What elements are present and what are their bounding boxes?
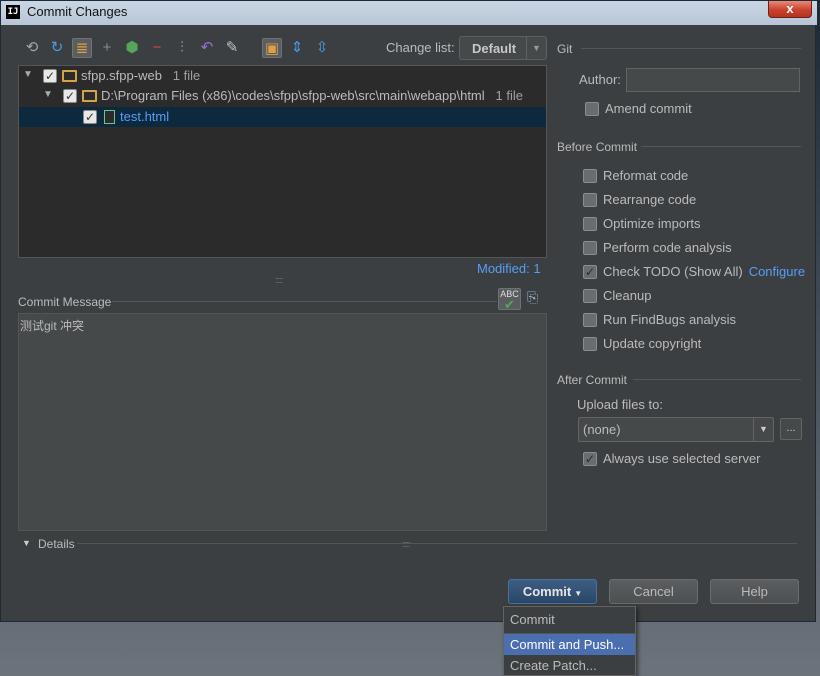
commit-button[interactable]: Commit ▼	[508, 579, 597, 604]
message-history-icon[interactable]: ⎘	[527, 289, 538, 306]
option-check-todo[interactable]: ✓ Check TODO (Show All) Configure	[583, 262, 813, 282]
collapse-all-icon[interactable]: ⇳	[312, 38, 332, 58]
diff-icon[interactable]: ⫶	[172, 38, 192, 58]
option-checkbox[interactable]	[583, 217, 597, 231]
expand-all-icon[interactable]: ⇕	[287, 38, 307, 58]
option-checkbox[interactable]	[583, 193, 597, 207]
directory-path: D:\Program Files (x86)\codes\sfpp\sfpp-w…	[101, 88, 485, 103]
commit-dropdown-menu: Commit Commit and Push... Create Patch..…	[503, 606, 636, 676]
option-checkbox-checked[interactable]: ✓	[583, 452, 597, 466]
divider	[581, 48, 801, 49]
git-section-label: Git	[557, 42, 573, 56]
commit-changes-dialog: IJ Commit Changes x ⟲ ↻ ≣ + ⬢ − ⫶ ↶ ✎ ▣ …	[0, 0, 817, 622]
edit-icon[interactable]: ✎	[222, 38, 242, 58]
html-file-icon	[104, 110, 115, 124]
option-checkbox[interactable]	[583, 289, 597, 303]
option-checkbox[interactable]	[583, 241, 597, 255]
group-by-directory-icon[interactable]: ▣	[262, 38, 282, 58]
author-label: Author:	[579, 72, 621, 87]
expand-triangle-icon[interactable]: ▼	[23, 69, 33, 80]
always-use-selected-server-option[interactable]: ✓ Always use selected server	[583, 449, 783, 469]
refresh-icon[interactable]: ↻	[47, 38, 67, 58]
amend-checkbox[interactable]	[585, 102, 599, 116]
amend-label: Amend commit	[605, 101, 692, 116]
commit-button-label: Commit	[522, 584, 572, 599]
configure-link[interactable]: Configure	[749, 264, 805, 279]
module-name: sfpp.sfpp-web	[81, 68, 162, 83]
revert-icon[interactable]: ↶	[197, 38, 217, 58]
changelist-value: Default	[472, 41, 517, 56]
tree-row-directory[interactable]: ▼ ✓ D:\Program Files (x86)\codes\sfpp\sf…	[19, 86, 546, 106]
changes-tree[interactable]: ▼ ✓ sfpp.sfpp-web 1 file ▼ ✓ D:\Program …	[18, 65, 547, 258]
always-use-label: Always use selected server	[603, 451, 761, 466]
option-label: Check TODO (Show All)	[603, 264, 743, 279]
module-folder-icon	[62, 70, 77, 82]
divider	[77, 543, 797, 544]
modified-count: Modified: 1	[477, 261, 541, 276]
upload-server-value: (none)	[583, 422, 621, 437]
option-label: Run FindBugs analysis	[603, 312, 736, 327]
module-file-count: 1 file	[172, 68, 201, 83]
expand-triangle-icon[interactable]: ▼	[43, 89, 53, 100]
commit-message-label: Commit Message	[18, 295, 112, 309]
chevron-down-icon[interactable]: ▼	[574, 589, 582, 598]
module-checkbox[interactable]: ✓	[43, 69, 57, 83]
changelist-label: Change list:	[386, 40, 455, 55]
file-checkbox[interactable]: ✓	[83, 110, 97, 124]
commit-message-input[interactable]: 测试git 冲突	[18, 313, 547, 531]
folder-icon	[82, 90, 97, 102]
before-commit-section-label: Before Commit	[557, 140, 638, 154]
option-checkbox-checked[interactable]: ✓	[583, 265, 597, 279]
splitter-grip[interactable]: :::::	[275, 275, 283, 285]
after-commit-section-label: After Commit	[557, 373, 628, 387]
option-label: Reformat code	[603, 168, 689, 183]
browse-servers-button[interactable]: ...	[780, 418, 802, 440]
close-button[interactable]: x	[768, 1, 812, 18]
group-by-icon[interactable]: ≣	[72, 38, 92, 58]
splitter-grip[interactable]: :::::	[402, 539, 410, 549]
tree-row-module[interactable]: ▼ ✓ sfpp.sfpp-web 1 file	[19, 66, 546, 86]
option-checkbox[interactable]	[583, 169, 597, 183]
cancel-button[interactable]: Cancel	[609, 579, 698, 604]
git-add-icon[interactable]: ⬢	[122, 38, 142, 58]
tree-row-file[interactable]: ✓ test.html	[19, 107, 546, 127]
menu-item-commit[interactable]: Commit	[504, 609, 635, 630]
commit-message-text: 测试git 冲突	[20, 319, 85, 333]
help-button[interactable]: Help	[710, 579, 799, 604]
option-label: Rearrange code	[603, 192, 697, 207]
add-icon[interactable]: +	[97, 38, 117, 58]
option-checkbox[interactable]	[583, 313, 597, 327]
spellcheck-button[interactable]: ABC ✔	[498, 288, 521, 312]
check-icon: ✔	[504, 297, 515, 312]
option-label: Update copyright	[603, 336, 702, 351]
dialog-content: ⟲ ↻ ≣ + ⬢ − ⫶ ↶ ✎ ▣ ⇕ ⇳ Change list: Def…	[9, 25, 809, 615]
option-label: Optimize imports	[603, 216, 701, 231]
title-bar[interactable]: IJ Commit Changes x	[1, 1, 817, 25]
upload-server-select[interactable]: (none) ▼	[578, 417, 774, 442]
divider	[112, 301, 497, 302]
directory-file-count: 1 file	[495, 88, 523, 103]
refresh-with-lock-icon[interactable]: ⟲	[22, 38, 42, 58]
intellij-app-icon: IJ	[6, 5, 20, 19]
option-label: Perform code analysis	[603, 240, 732, 255]
details-expand-icon[interactable]: ▼	[22, 538, 31, 548]
details-label[interactable]: Details	[38, 537, 75, 551]
chevron-down-icon: ▼	[753, 418, 773, 441]
remove-icon[interactable]: −	[147, 38, 167, 58]
author-input[interactable]	[626, 68, 800, 92]
divider	[641, 146, 801, 147]
options-panel: Git Author: Amend commit Before Commit R…	[557, 25, 809, 545]
option-checkbox[interactable]	[583, 337, 597, 351]
upload-files-label: Upload files to:	[577, 397, 663, 412]
option-label: Cleanup	[603, 288, 652, 303]
directory-checkbox[interactable]: ✓	[63, 89, 77, 103]
changelist-select[interactable]: Default ▼	[459, 36, 547, 60]
menu-item-create-patch[interactable]: Create Patch...	[504, 655, 635, 676]
chevron-down-icon: ▼	[526, 37, 546, 59]
divider	[633, 379, 801, 380]
file-name: test.html	[120, 109, 170, 124]
window-title: Commit Changes	[27, 4, 128, 19]
menu-item-commit-and-push[interactable]: Commit and Push...	[504, 634, 635, 655]
